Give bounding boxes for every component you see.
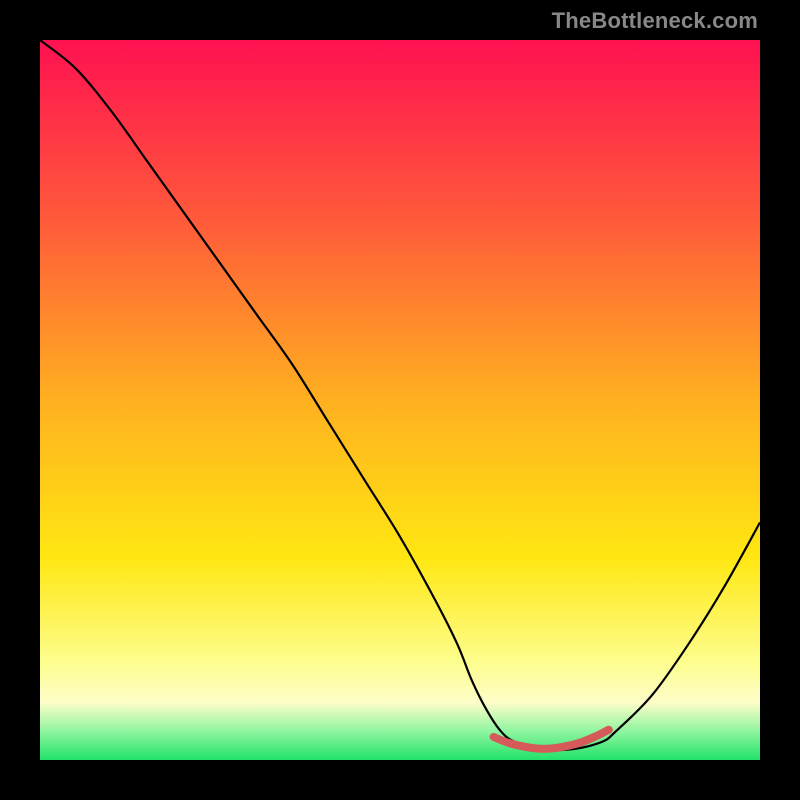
gradient-background	[40, 40, 760, 760]
chart-canvas	[40, 40, 760, 760]
watermark-label: TheBottleneck.com	[552, 8, 758, 34]
chart-frame	[40, 40, 760, 760]
